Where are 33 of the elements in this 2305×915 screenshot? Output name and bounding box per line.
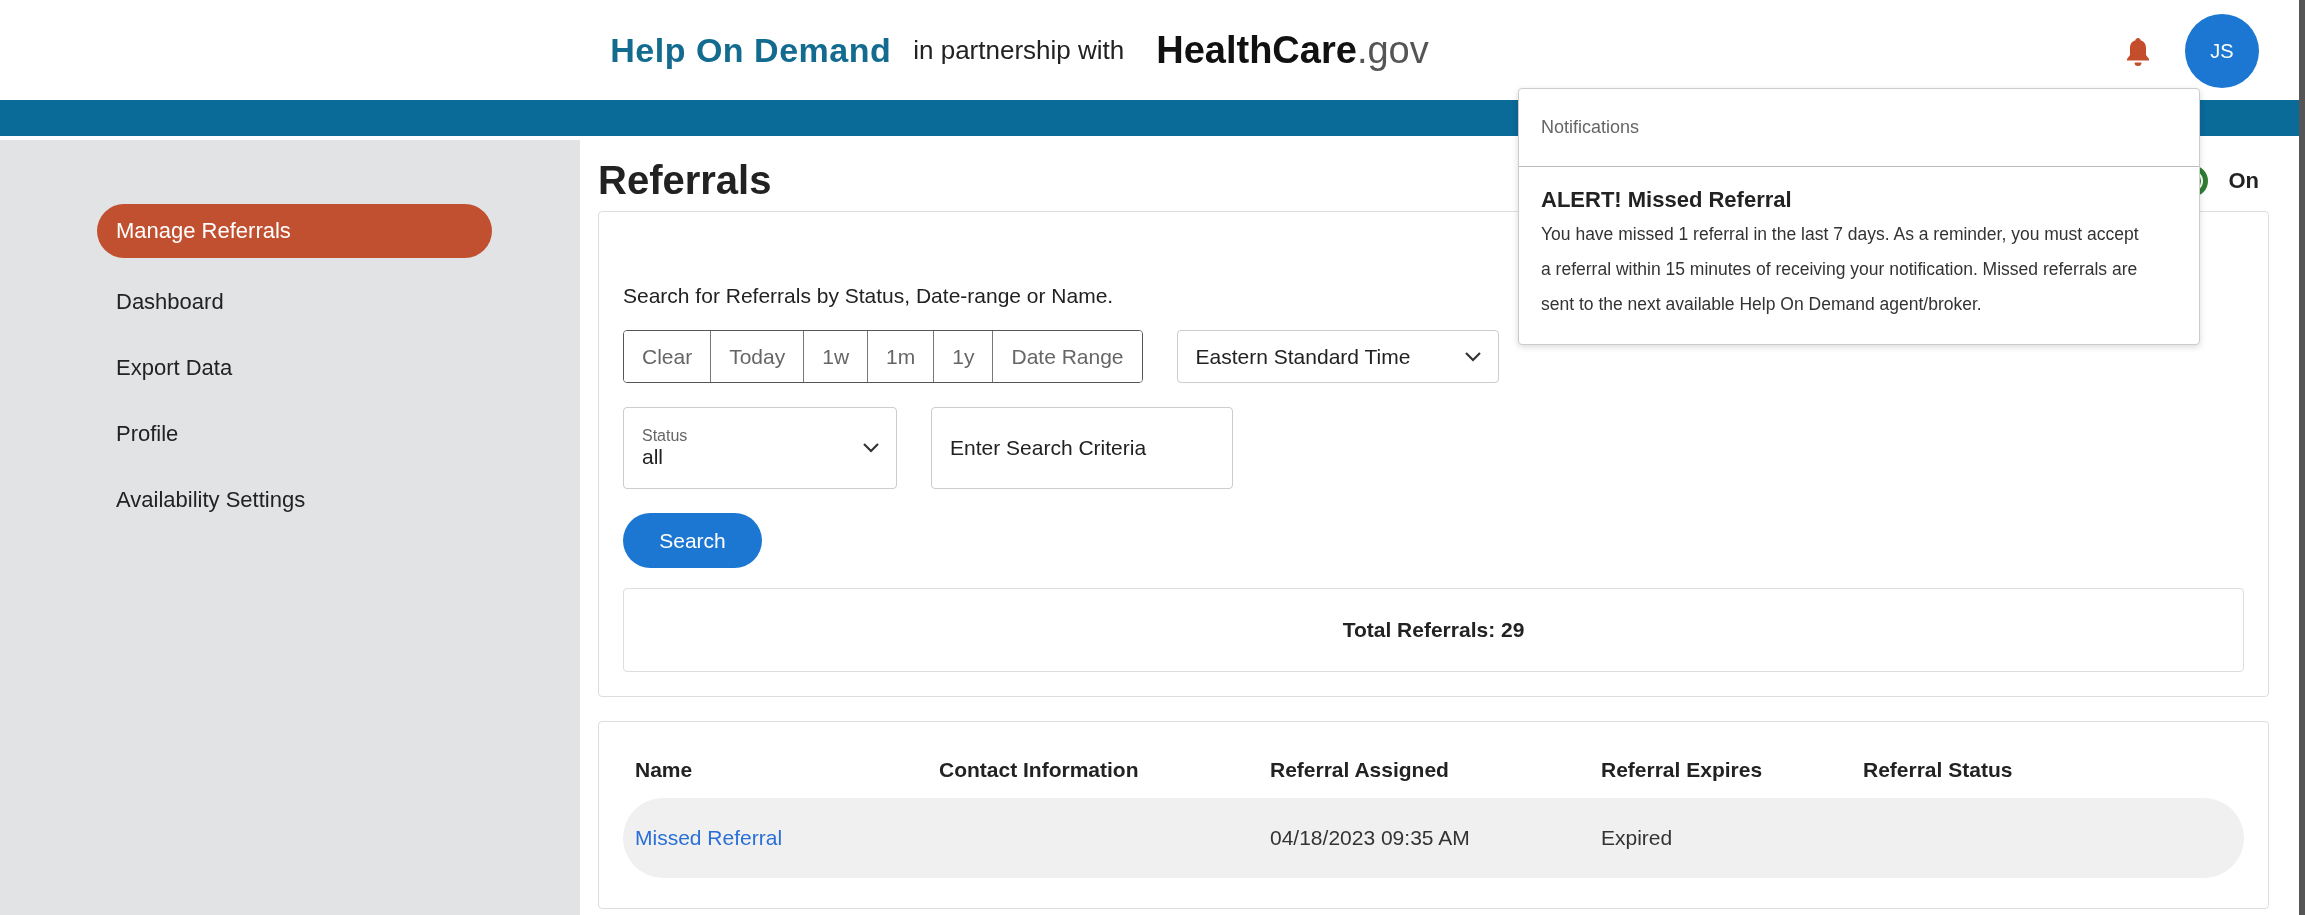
total-referrals: Total Referrals: 29: [623, 588, 2244, 672]
switch-label: On: [2228, 167, 2259, 194]
column-header: Name: [635, 758, 694, 782]
table-cell-text: 04/18/2023 09:35 AM: [1270, 826, 1471, 850]
referral-link[interactable]: Missed Referral: [635, 826, 939, 850]
table-row[interactable]: Missed Referral 04/18/2023 09:35 AM Expired: [623, 798, 2244, 878]
partner-logo: HealthCare.gov: [1156, 28, 1429, 72]
alert-message: You have missed 1 referral in the last 7 days. As a reminder, you must accept a referral within 15 minutes of receiving your notification. Missed referrals are sent to the next available Help On Demand agent/broker.: [1541, 223, 2140, 316]
timezone-select[interactable]: Eastern Standard Time: [1176, 330, 1499, 383]
sidebar-item[interactable]: Profile: [97, 412, 492, 456]
partnership-text: in partnership with: [913, 34, 1125, 66]
column-header: Contact Information: [939, 758, 1140, 782]
user-avatar[interactable]: JS: [2185, 14, 2259, 88]
column-header: Referral Status: [1863, 758, 2014, 782]
search-instructions: Search for Referrals by Status, Date-range or Name.: [623, 284, 1114, 308]
bell-icon[interactable]: [2125, 36, 2151, 66]
status-select[interactable]: Status all: [623, 407, 897, 489]
table-cell-text: Expired: [1601, 826, 1674, 850]
search-button[interactable]: Search: [623, 513, 762, 568]
chevron-down-icon: [862, 442, 880, 454]
sidebar-item[interactable]: Manage Referrals: [97, 204, 492, 258]
column-header: Referral Expires: [1601, 758, 1764, 782]
page-title: Referrals: [598, 158, 772, 203]
search-field[interactable]: Enter Search Criteria: [931, 407, 1233, 489]
sidebar-item[interactable]: Dashboard: [97, 280, 492, 324]
popup-title: Notifications: [1541, 117, 1640, 138]
column-header: Referral Assigned: [1270, 758, 1450, 782]
brand-name: Help On Demand: [610, 30, 892, 70]
chevron-down-icon: [1463, 350, 1482, 363]
alert-title: ALERT! Missed Referral: [1541, 187, 1793, 213]
sidebar-item[interactable]: Export Data: [97, 346, 492, 390]
sidebar-item[interactable]: Availability Settings: [97, 478, 492, 522]
range-button[interactable]: Date Range: [992, 331, 1142, 382]
